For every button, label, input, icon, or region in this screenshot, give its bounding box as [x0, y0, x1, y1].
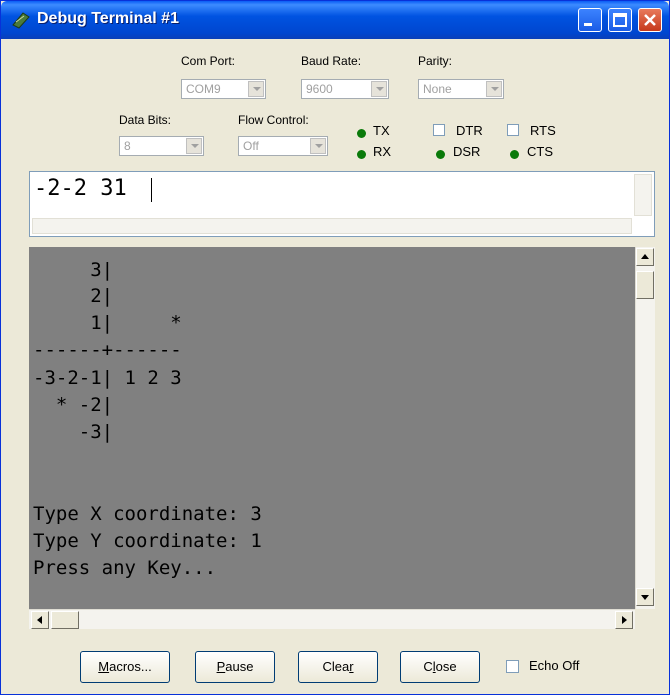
arrow-up-icon: [641, 254, 649, 259]
terminal-line: 2|: [33, 285, 114, 307]
scroll-thumb[interactable]: [636, 271, 654, 299]
clear-button-label: Clea: [322, 659, 350, 674]
close-window-button[interactable]: [638, 8, 662, 32]
minimize-icon: [584, 23, 592, 26]
title-bar[interactable]: Debug Terminal #1: [1, 1, 669, 39]
terminal-line: -3-2-1| 1 2 3: [33, 367, 182, 389]
maximize-button[interactable]: [608, 8, 632, 32]
macros-button-label: acros...: [109, 659, 152, 674]
maximize-icon: [613, 13, 627, 27]
pause-button-mnemonic: P: [216, 659, 226, 674]
terminal-line: Type Y coordinate: 1: [33, 530, 262, 552]
dsr-label: DSR: [453, 144, 481, 159]
rts-label: RTS: [530, 123, 556, 138]
terminal-line: Press any Key...: [33, 557, 217, 579]
flow-control-select[interactable]: Off: [238, 136, 328, 156]
parity-label: Parity:: [418, 54, 453, 68]
clear-button[interactable]: Clear: [298, 651, 378, 683]
echo-off-label: Echo Off: [529, 658, 580, 673]
terminal-line: Type X coordinate: 3: [33, 503, 262, 525]
transmit-input[interactable]: -2-2 31: [29, 171, 655, 237]
rts-checkbox[interactable]: [507, 124, 519, 136]
data-bits-label: Data Bits:: [119, 113, 172, 127]
baud-rate-value: 9600: [306, 82, 333, 96]
pause-button-label: ause: [225, 659, 254, 674]
macros-button-mnemonic: M: [98, 659, 110, 674]
flow-control-label: Flow Control:: [238, 113, 309, 127]
parity-value: None: [423, 82, 452, 96]
scroll-up-button[interactable]: [636, 248, 654, 266]
data-bits-value: 8: [124, 139, 131, 153]
data-bits-select[interactable]: 8: [119, 136, 204, 156]
cts-label: CTS: [527, 144, 553, 159]
chevron-down-icon[interactable]: [310, 138, 326, 154]
chevron-down-icon[interactable]: [186, 138, 202, 154]
tx-led-icon: [357, 129, 366, 138]
debug-terminal-window: Debug Terminal #1 Com Port: COM9 Baud Ra…: [0, 0, 670, 695]
close-button-label-start: C: [423, 659, 433, 674]
com-port-label: Com Port:: [181, 54, 236, 68]
clear-button-mnemonic: r: [349, 659, 354, 674]
com-port-value: COM9: [186, 82, 221, 96]
close-icon: [644, 14, 656, 26]
window-title: Debug Terminal #1: [37, 10, 179, 27]
transmit-input-text: -2-2 31: [34, 176, 127, 201]
pause-button[interactable]: Pause: [195, 651, 275, 683]
baud-rate-select[interactable]: 9600: [301, 79, 389, 99]
macros-button[interactable]: Macros...: [80, 651, 170, 683]
scroll-down-button[interactable]: [636, 588, 654, 606]
text-caret: [151, 178, 152, 202]
cts-led-icon: [510, 150, 519, 159]
terminal-vertical-scrollbar[interactable]: [635, 247, 655, 609]
arrow-right-icon: [622, 616, 627, 624]
terminal-line: * -2|: [33, 394, 114, 416]
terminal-line: -3|: [33, 421, 114, 443]
arrow-down-icon: [641, 595, 649, 600]
terminal-line: 3|: [33, 259, 114, 281]
scrollbar-corner: [635, 609, 655, 629]
scroll-thumb-horizontal[interactable]: [51, 611, 79, 629]
input-horizontal-scrollbar[interactable]: [32, 218, 632, 234]
input-vertical-scrollbar[interactable]: [634, 174, 652, 216]
arrow-left-icon: [37, 616, 42, 624]
baud-rate-label: Baud Rate:: [301, 54, 362, 68]
com-port-select[interactable]: COM9: [181, 79, 266, 99]
terminal-horizontal-scrollbar[interactable]: [29, 609, 635, 629]
chevron-down-icon[interactable]: [371, 81, 387, 97]
rx-label: RX: [373, 144, 392, 159]
chevron-down-icon[interactable]: [486, 81, 502, 97]
scroll-right-button[interactable]: [615, 611, 633, 629]
app-icon: [12, 12, 30, 29]
minimize-button[interactable]: [578, 8, 602, 32]
close-button-label-end: ose: [435, 659, 457, 674]
terminal-line: 1| *: [33, 312, 182, 334]
scroll-left-button[interactable]: [31, 611, 49, 629]
chevron-down-icon[interactable]: [248, 81, 264, 97]
dsr-led-icon: [436, 150, 445, 159]
flow-control-value: Off: [243, 139, 259, 153]
tx-label: TX: [373, 123, 390, 138]
parity-select[interactable]: None: [418, 79, 504, 99]
close-button[interactable]: Close: [400, 651, 480, 683]
terminal-line: ------+------: [33, 339, 182, 361]
terminal-output[interactable]: 3| 2| 1| * ------+------ -3-2-1| 1 2 3 *…: [29, 247, 635, 609]
dtr-label: DTR: [456, 123, 483, 138]
dtr-checkbox[interactable]: [433, 124, 445, 136]
echo-off-checkbox[interactable]: [506, 660, 519, 673]
rx-led-icon: [357, 150, 366, 159]
